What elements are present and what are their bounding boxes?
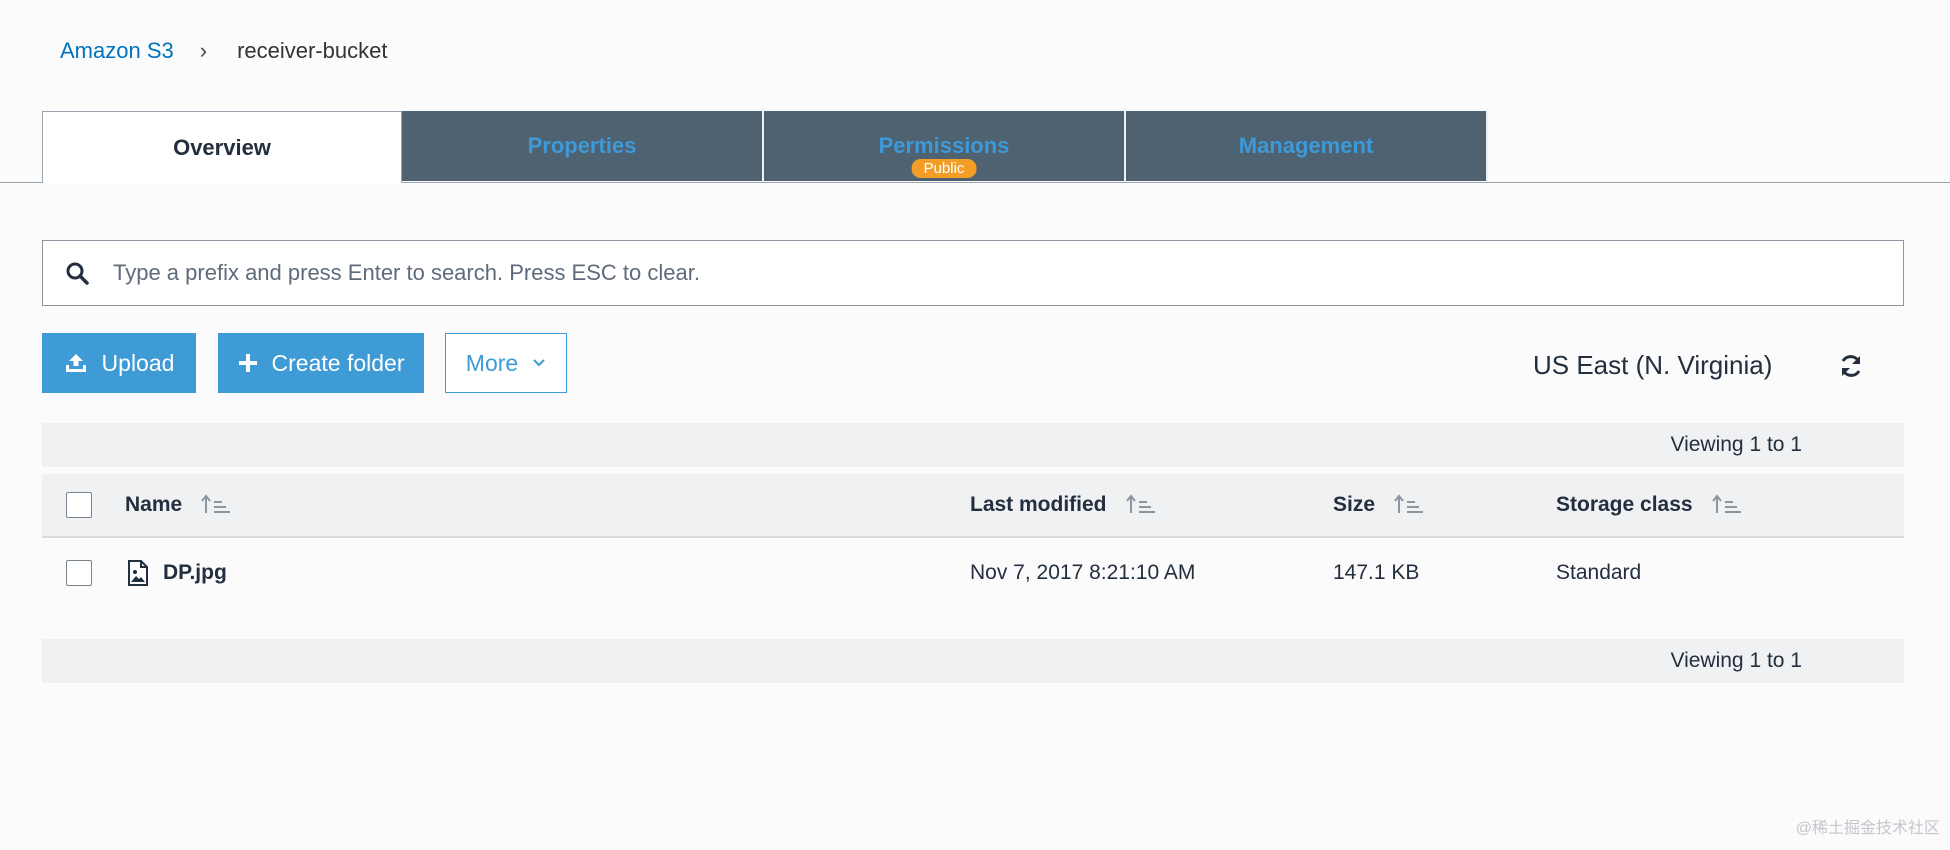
create-folder-label: Create folder	[271, 349, 405, 376]
tab-overview-label: Overview	[173, 134, 271, 160]
sort-icon[interactable]	[1711, 493, 1743, 517]
upload-icon	[65, 354, 86, 372]
breadcrumb: Amazon S3 › receiver-bucket	[60, 38, 387, 64]
viewing-count-top: Viewing 1 to 1	[42, 423, 1904, 467]
file-name-cell: DP.jpg	[127, 540, 227, 606]
plus-icon	[238, 354, 257, 372]
sort-icon[interactable]	[1393, 493, 1425, 517]
search-icon	[66, 262, 89, 285]
breadcrumb-amazon-s3-link[interactable]: Amazon S3	[60, 38, 174, 64]
table-header: Name Last modified Size Storage class	[42, 474, 1904, 538]
row-checkbox[interactable]	[66, 560, 92, 586]
public-badge: Public	[911, 159, 977, 178]
select-all-checkbox[interactable]	[66, 492, 92, 518]
sort-icon[interactable]	[1125, 493, 1157, 517]
table-row[interactable]: DP.jpg Nov 7, 2017 8:21:10 AM 147.1 KB S…	[42, 540, 1904, 606]
breadcrumb-separator: ›	[199, 38, 208, 63]
chevron-down-icon	[533, 359, 545, 367]
column-size-label: Size	[1333, 493, 1376, 516]
tab-properties-label: Properties	[527, 133, 637, 158]
file-name-link[interactable]: DP.jpg	[163, 561, 227, 585]
watermark-text: @稀土掘金技术社区	[1795, 820, 1940, 837]
search-bar	[42, 240, 1904, 306]
column-header-last-modified[interactable]: Last modified	[970, 474, 1157, 536]
create-folder-button[interactable]: Create folder	[218, 333, 424, 393]
tab-management[interactable]: Management	[1126, 111, 1488, 181]
tab-permissions[interactable]: Permissions Public	[764, 111, 1126, 181]
s3-bucket-page: Amazon S3 › receiver-bucket Overview Pro…	[0, 0, 1950, 850]
column-name-label: Name	[125, 493, 183, 516]
tab-management-label: Management	[1238, 133, 1374, 158]
tab-permissions-label: Permissions	[878, 133, 1010, 158]
bucket-tabs: Overview Properties Permissions Public M…	[42, 111, 1488, 183]
column-header-size[interactable]: Size	[1333, 474, 1425, 536]
viewing-count-bottom-label: Viewing 1 to 1	[1670, 649, 1802, 672]
tab-properties[interactable]: Properties	[402, 111, 764, 181]
last-modified-cell: Nov 7, 2017 8:21:10 AM	[970, 561, 1196, 584]
breadcrumb-current-bucket: receiver-bucket	[237, 38, 388, 63]
column-last-modified-label: Last modified	[970, 493, 1107, 516]
more-label: More	[465, 349, 519, 376]
search-input[interactable]	[113, 260, 1903, 286]
column-header-name[interactable]: Name	[125, 474, 232, 536]
storage-class-cell: Standard	[1556, 561, 1642, 584]
image-file-icon	[128, 560, 148, 586]
upload-button[interactable]: Upload	[42, 333, 196, 393]
column-header-storage-class[interactable]: Storage class	[1556, 474, 1743, 536]
sort-icon[interactable]	[200, 493, 232, 517]
refresh-icon[interactable]	[1838, 353, 1864, 379]
tab-overview[interactable]: Overview	[42, 111, 402, 183]
viewing-count-bottom: Viewing 1 to 1	[42, 639, 1904, 683]
more-dropdown-button[interactable]: More	[445, 333, 567, 393]
column-storage-class-label: Storage class	[1556, 493, 1693, 516]
viewing-count-top-label: Viewing 1 to 1	[1670, 433, 1802, 456]
upload-label: Upload	[101, 349, 175, 376]
region-label: US East (N. Virginia)	[1533, 350, 1773, 380]
size-cell: 147.1 KB	[1333, 561, 1420, 584]
